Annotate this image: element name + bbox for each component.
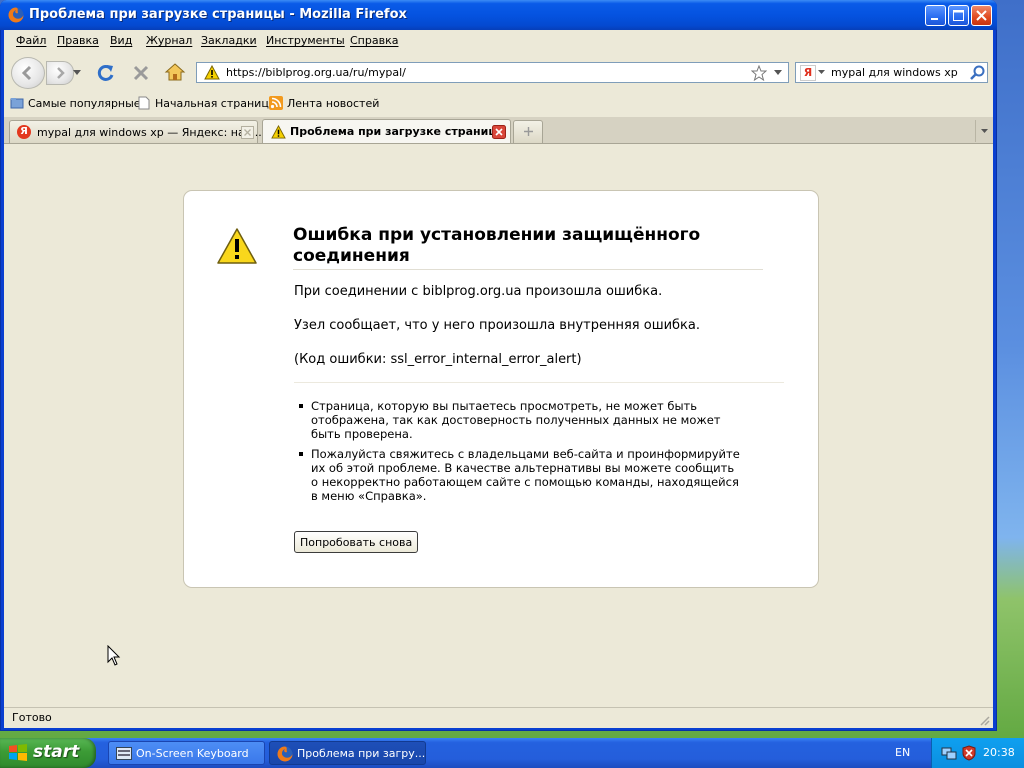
clock: 20:38 — [983, 746, 1015, 759]
try-again-button[interactable]: Попробовать снова — [294, 531, 419, 553]
firefox-icon — [8, 7, 24, 23]
stop-icon[interactable] — [132, 64, 150, 82]
keyboard-icon — [116, 747, 132, 760]
security-shield-icon[interactable] — [961, 745, 977, 761]
url-bar[interactable]: https://biblprog.org.ua/ru/mypal/ — [196, 62, 789, 83]
menu-bar: Файл Правка Вид Журнал Закладки Инструме… — [4, 30, 993, 52]
taskbar: start On-Screen Keyboard Проблема при за… — [0, 738, 1024, 768]
bookmark-start-page[interactable]: Начальная страница — [137, 96, 276, 112]
page-icon — [138, 96, 150, 110]
tab-strip: Я mypal для windows xp — Яндекс: наш... … — [4, 117, 993, 144]
close-tab-icon[interactable] — [492, 125, 506, 139]
folder-icon — [10, 98, 24, 109]
bookmarks-toolbar: Самые популярные Начальная страница Лент… — [4, 92, 993, 116]
minimize-button[interactable] — [925, 5, 946, 26]
list-all-tabs-button[interactable] — [975, 120, 993, 142]
reload-icon[interactable] — [96, 63, 116, 83]
title-bar[interactable]: Проблема при загрузке страницы - Mozilla… — [0, 0, 997, 30]
taskbar-item-label: Проблема при загру... — [297, 747, 426, 760]
tab-label: mypal для windows xp — Яндекс: наш... — [37, 126, 266, 139]
maximize-icon — [953, 10, 964, 21]
bookmark-label: Лента новостей — [287, 97, 380, 110]
status-text: Готово — [12, 711, 52, 724]
warning-icon — [204, 65, 220, 80]
taskbar-item-label: On-Screen Keyboard — [136, 747, 249, 760]
history-dropdown-icon[interactable] — [73, 70, 81, 76]
rss-icon — [269, 96, 283, 110]
url-text[interactable]: https://biblprog.org.ua/ru/mypal/ — [226, 66, 406, 79]
close-icon — [976, 10, 987, 21]
windows-logo-icon — [9, 744, 27, 761]
firefox-window: Проблема при загрузке страницы - Mozilla… — [0, 0, 997, 731]
warning-triangle-icon — [217, 228, 257, 264]
error-title: Ошибка при установлении защищённого соед… — [293, 225, 763, 270]
forward-arrow-icon — [57, 67, 65, 79]
menu-help[interactable]: Справка — [350, 34, 398, 47]
search-bar[interactable]: Я mypal для windows xp — [795, 62, 988, 83]
tab-label: Проблема при загрузке страницы — [290, 125, 507, 138]
divider — [294, 382, 784, 383]
home-icon[interactable] — [164, 62, 186, 82]
menu-tools[interactable]: Инструменты — [266, 34, 345, 47]
chevron-down-icon — [981, 129, 988, 133]
bookmark-label: Самые популярные — [28, 97, 141, 110]
list-item: Страница, которую вы пытаетесь просмотре… — [294, 399, 744, 441]
warning-icon — [271, 125, 286, 139]
search-icon[interactable] — [969, 65, 985, 81]
menu-edit[interactable]: Правка — [57, 34, 99, 47]
search-input[interactable]: mypal для windows xp — [831, 66, 958, 79]
start-label: start — [33, 742, 80, 762]
network-icon[interactable] — [941, 745, 957, 761]
system-tray: 20:38 — [931, 738, 1024, 768]
yandex-icon[interactable]: Я — [800, 65, 816, 81]
forward-button[interactable] — [46, 61, 74, 85]
navigation-toolbar: https://biblprog.org.ua/ru/mypal/ Я mypa… — [4, 53, 993, 91]
url-dropdown-icon[interactable] — [774, 70, 782, 76]
tab-yandex-search[interactable]: Я mypal для windows xp — Яндекс: наш... — [9, 120, 265, 143]
error-details-list: Страница, которую вы пытаетесь просмотре… — [294, 399, 744, 509]
firefox-icon — [277, 746, 293, 762]
close-tab-icon[interactable] — [241, 126, 254, 139]
server-message: Узел сообщает, что у него произошла внут… — [294, 318, 701, 333]
resize-grip-icon[interactable] — [978, 714, 990, 726]
error-message: При соединении с biblprog.org.ua произош… — [294, 284, 663, 299]
mouse-pointer-icon — [107, 645, 121, 666]
taskbar-item-keyboard[interactable]: On-Screen Keyboard — [108, 741, 265, 765]
new-tab-button[interactable] — [513, 120, 543, 143]
minimize-icon — [931, 18, 938, 20]
language-indicator[interactable]: EN — [895, 746, 910, 759]
bookmark-label: Начальная страница — [155, 97, 276, 110]
close-window-button[interactable] — [971, 5, 992, 26]
maximize-button[interactable] — [948, 5, 969, 26]
search-engine-dropdown-icon[interactable] — [818, 70, 825, 75]
status-bar: Готово — [4, 707, 993, 728]
back-arrow-icon — [21, 65, 32, 81]
list-item: Пожалуйста свяжитесь с владельцами веб-с… — [294, 447, 744, 503]
menu-file[interactable]: Файл — [16, 34, 46, 47]
back-button[interactable] — [11, 57, 45, 89]
taskbar-item-firefox[interactable]: Проблема при загру... — [269, 741, 426, 765]
bookmark-most-visited[interactable]: Самые популярные — [10, 96, 141, 112]
menu-view[interactable]: Вид — [110, 34, 132, 47]
menu-bookmarks[interactable]: Закладки — [201, 34, 257, 47]
error-box: Ошибка при установлении защищённого соед… — [183, 190, 819, 588]
tab-error-page[interactable]: Проблема при загрузке страницы — [262, 119, 511, 143]
error-code: (Код ошибки: ssl_error_internal_error_al… — [294, 352, 582, 367]
window-client: Файл Правка Вид Журнал Закладки Инструме… — [4, 30, 993, 728]
yandex-favicon: Я — [17, 125, 31, 139]
window-title: Проблема при загрузке страницы - Mozilla… — [29, 7, 407, 22]
start-button[interactable]: start — [0, 738, 96, 768]
bookmark-news-feed[interactable]: Лента новостей — [269, 96, 379, 112]
page-content: Ошибка при установлении защищённого соед… — [4, 144, 993, 707]
menu-history[interactable]: Журнал — [146, 34, 192, 47]
plus-icon — [524, 127, 533, 136]
bookmark-star-icon[interactable] — [751, 65, 767, 81]
